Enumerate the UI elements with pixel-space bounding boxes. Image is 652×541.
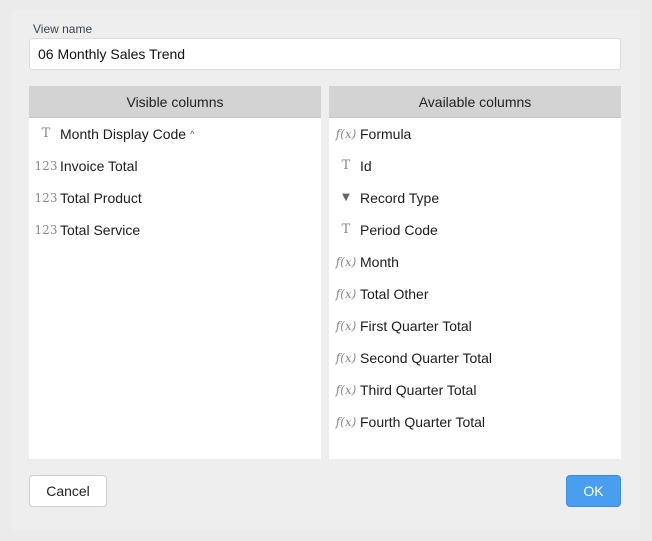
available-column-item[interactable]: f(x) Month bbox=[329, 246, 621, 278]
text-type-icon: T bbox=[341, 158, 351, 173]
column-label: Month bbox=[360, 254, 399, 270]
column-label: Invoice Total bbox=[60, 158, 138, 174]
column-label: Formula bbox=[360, 126, 412, 142]
formula-type-icon: f(x) bbox=[335, 351, 357, 365]
available-column-item[interactable]: ▼ Record Type bbox=[329, 182, 621, 214]
column-label: First Quarter Total bbox=[360, 318, 472, 334]
visible-columns-header: Visible columns bbox=[29, 86, 321, 118]
formula-type-icon: f(x) bbox=[335, 255, 357, 269]
view-name-label: View name bbox=[33, 22, 93, 36]
formula-type-icon: f(x) bbox=[335, 127, 357, 141]
visible-column-item[interactable]: T Month Display Code ^ bbox=[29, 118, 321, 150]
available-column-item[interactable]: f(x) Second Quarter Total bbox=[329, 342, 621, 374]
column-label: Record Type bbox=[360, 190, 440, 206]
column-label: Third Quarter Total bbox=[360, 382, 477, 398]
cancel-button[interactable]: Cancel bbox=[29, 475, 107, 507]
column-label: Total Other bbox=[360, 286, 429, 302]
visible-column-item[interactable]: 123 Invoice Total bbox=[29, 150, 321, 182]
formula-type-icon: f(x) bbox=[335, 287, 357, 301]
column-label: Id bbox=[360, 158, 372, 174]
column-label: Fourth Quarter Total bbox=[360, 414, 486, 430]
available-column-item[interactable]: f(x) Third Quarter Total bbox=[329, 374, 621, 406]
available-column-item[interactable]: f(x) Fourth Quarter Total bbox=[329, 406, 621, 438]
visible-column-item[interactable]: 123 Total Product bbox=[29, 182, 321, 214]
available-columns-list: f(x) Formula T Id ▼ Record Type T Period… bbox=[329, 118, 621, 438]
number-type-icon: 123 bbox=[34, 191, 58, 205]
ok-button[interactable]: OK bbox=[566, 475, 621, 507]
available-column-item[interactable]: T Id bbox=[329, 150, 621, 182]
edit-view-dialog: View name Visible columns T Month Displa… bbox=[0, 0, 652, 541]
dropdown-type-icon: ▼ bbox=[342, 192, 350, 203]
formula-type-icon: f(x) bbox=[335, 319, 357, 333]
column-label: Period Code bbox=[360, 222, 438, 238]
available-column-item[interactable]: f(x) Formula bbox=[329, 118, 621, 150]
available-column-item[interactable]: T Period Code bbox=[329, 214, 621, 246]
column-label: Total Service bbox=[60, 222, 141, 238]
column-label: Second Quarter Total bbox=[360, 350, 493, 366]
available-column-item[interactable]: f(x) First Quarter Total bbox=[329, 310, 621, 342]
available-columns-panel: Available columns f(x) Formula T Id ▼ Re… bbox=[329, 86, 621, 459]
available-column-item[interactable]: f(x) Total Other bbox=[329, 278, 621, 310]
number-type-icon: 123 bbox=[34, 223, 58, 237]
available-columns-header: Available columns bbox=[329, 86, 621, 118]
column-label: Total Product bbox=[60, 190, 142, 206]
number-type-icon: 123 bbox=[34, 159, 58, 173]
sort-ascending-icon[interactable]: ^ bbox=[190, 118, 194, 150]
text-type-icon: T bbox=[341, 222, 351, 237]
column-label: Month Display Code bbox=[60, 126, 187, 142]
text-type-icon: T bbox=[41, 126, 51, 141]
visible-column-item[interactable]: 123 Total Service bbox=[29, 214, 321, 246]
formula-type-icon: f(x) bbox=[335, 415, 357, 429]
view-name-input[interactable] bbox=[29, 38, 621, 70]
visible-columns-list: T Month Display Code ^ 123 Invoice Total … bbox=[29, 118, 321, 246]
visible-columns-panel: Visible columns T Month Display Code ^ 12… bbox=[29, 86, 321, 459]
formula-type-icon: f(x) bbox=[335, 383, 357, 397]
